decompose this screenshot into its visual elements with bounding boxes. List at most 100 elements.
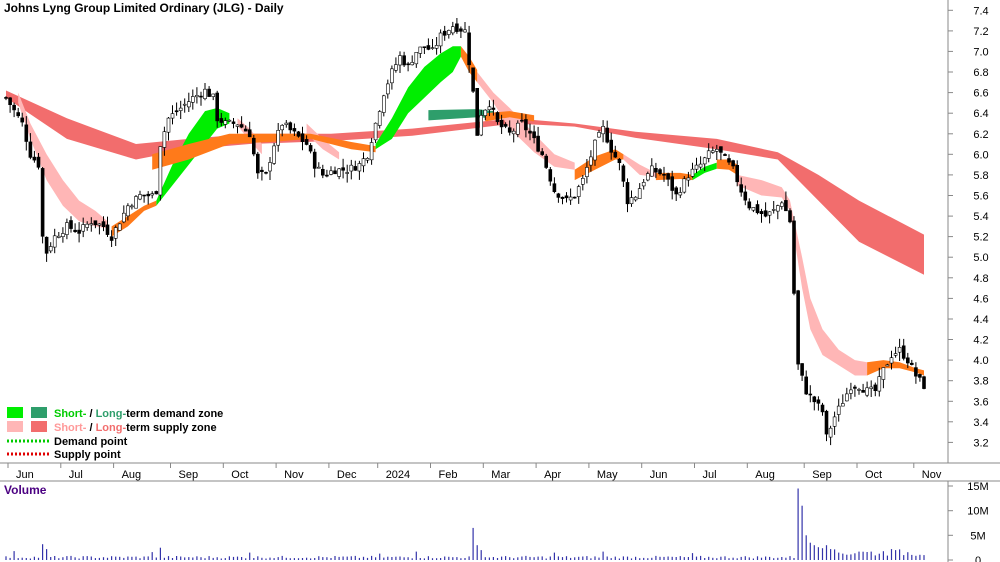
candle-body [515,122,520,135]
candle-body [808,393,813,396]
candle-body [483,109,488,116]
candle-body [36,156,41,168]
candle-body [158,146,163,196]
candle-body [430,47,435,49]
legend-demand-sep: / [86,408,95,420]
candle-body [593,139,597,161]
candle-body [97,223,102,226]
candle-body [255,153,260,174]
candle-body [410,62,415,66]
candle-body [231,121,236,124]
candle-body [69,220,73,229]
candle-body [475,88,480,136]
candle-body [422,46,427,49]
candle-body [499,119,504,128]
candle-body [792,220,796,294]
legend-supply-short: Short- [54,422,87,434]
candle-body [450,26,455,34]
candle-body [645,173,650,181]
candle-body [117,223,122,231]
candle-body [901,345,906,359]
candle-body [264,172,268,174]
candle-body [784,200,788,212]
candle-body [674,187,679,195]
candle-body [796,290,800,365]
candle-body [520,119,524,122]
candle-body [849,389,853,394]
candle-body [288,122,293,131]
legend-demand-suffix: term demand zone [126,408,223,420]
candle-body [532,131,536,139]
date-tick-label: 2024 [386,469,410,481]
candle-body [8,97,12,106]
candle-body [85,223,89,228]
candle-body [503,124,508,127]
date-tick-label: Jul [69,469,83,481]
candle-body [402,55,406,66]
candle-body [191,96,195,103]
chart-title: Johns Lyng Group Limited Ordinary (JLG) … [4,1,284,15]
candle-body [698,163,703,168]
date-tick-label: Jun [16,469,34,481]
candle-body [442,30,447,36]
candle-body [292,128,297,132]
price-tick-label: 5.6 [973,191,988,203]
candle-body [735,165,740,183]
legend-short-demand-swatch [7,407,23,418]
candle-body [438,32,443,47]
date-tick-label: May [597,469,618,481]
candle-body [174,110,179,113]
candle-body [48,246,53,252]
candle-body [463,29,467,33]
candle-body [861,389,865,393]
candle-body [337,168,341,177]
candle-body [320,169,325,176]
candle-body [308,145,313,152]
date-tick-label: Nov [922,469,942,481]
candle-body [219,118,224,123]
candle-body [199,95,203,98]
candle-body [719,146,723,153]
candle-body [889,357,894,364]
candle-body [373,122,378,141]
candle-body [507,127,512,133]
candle-body [471,67,475,92]
legend-supply-long: Long- [96,422,127,434]
candle-body [487,106,492,111]
candle-body [544,155,549,168]
candle-body [540,151,545,155]
legend-demand-long: Long- [96,408,127,420]
candle-body [723,154,727,156]
candle-body [694,164,699,170]
candle-body [333,170,337,175]
candle-body [300,133,305,142]
price-tick-label: 4.8 [973,273,988,285]
price-tick-label: 3.4 [973,417,988,429]
candle-body [552,183,557,192]
candle-body [649,165,654,177]
candle-body [93,220,98,226]
candle-body [495,112,500,123]
date-tick-label: Aug [122,469,142,481]
price-tick-label: 3.6 [973,396,988,408]
candle-body [446,30,451,35]
candle-body [832,416,837,427]
candle-body [662,174,666,176]
legend-demand-zone: Short- / Long-term demand zone [54,408,223,420]
candle-body [828,427,833,438]
candle-body [816,399,821,404]
candle-body [130,205,134,208]
candle-body [914,367,918,377]
candle-body [524,119,528,131]
candle-body [617,158,622,163]
candle-body [247,129,252,138]
candle-body [576,186,581,197]
candle-body [536,135,540,152]
candle-body [710,150,715,153]
candle-body [670,176,675,191]
candle-body [65,222,69,235]
legend-long-demand-swatch [31,407,47,418]
candle-body [4,97,8,99]
date-tick-label: Oct [865,469,882,481]
price-chart: 3.2 3.4 3.6 3.8 4.0 4.2 4.4 4.6 4.8 5.0 5.2 5.4 5.6 5… [0,0,1000,562]
